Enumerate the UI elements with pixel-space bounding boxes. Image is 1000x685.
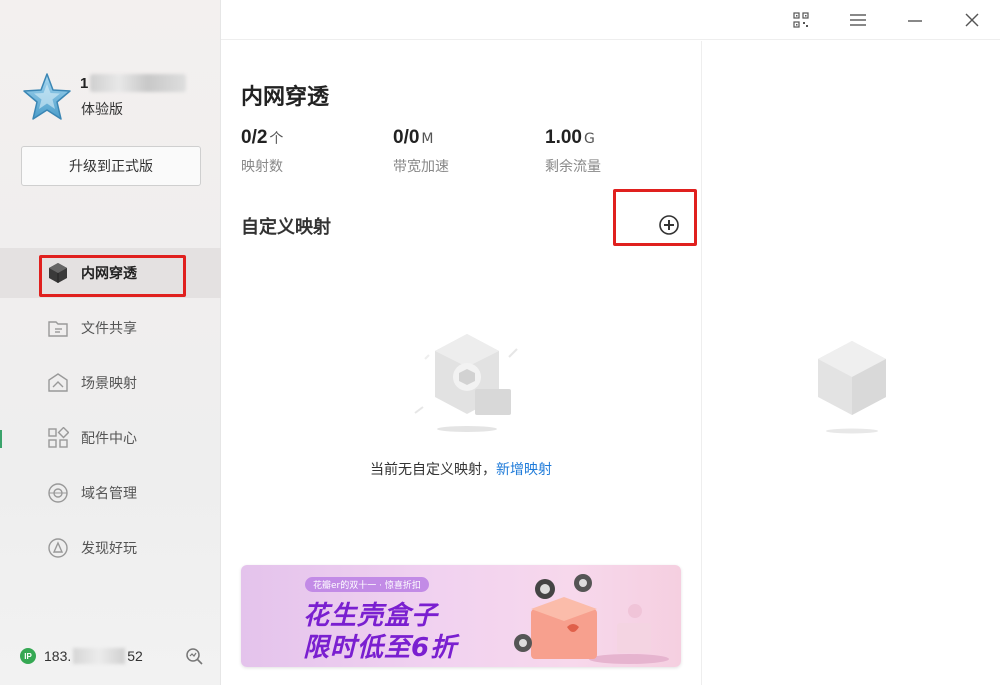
empty-state-message: 当前无自定义映射，新增映射: [221, 459, 701, 479]
stat-value: 0/2: [241, 127, 268, 148]
stat-bandwidth: 0/0 M 带宽加速: [393, 127, 449, 176]
sidebar-item-discover[interactable]: 发现好玩: [0, 523, 221, 573]
sidebar-item-domain-management[interactable]: 域名管理: [0, 468, 221, 518]
sidebar-item-accessories[interactable]: 配件中心: [0, 413, 221, 463]
sidebar-item-label: 域名管理: [81, 486, 137, 502]
detail-panel: [701, 41, 1000, 685]
sidebar-item-label: 发现好玩: [81, 541, 137, 557]
ip-address: IP 183. 52: [20, 648, 143, 664]
page-title: 内网穿透: [241, 85, 330, 110]
sidebar-item-label: 配件中心: [81, 431, 137, 447]
banner-subheadline: 限时低至6折: [303, 633, 458, 663]
titlebar: [221, 0, 1000, 40]
add-mapping-link[interactable]: 新增映射: [496, 462, 552, 478]
stat-caption: 带宽加速: [393, 159, 449, 175]
minimize-icon[interactable]: [905, 10, 925, 30]
stat-value: 1.00: [545, 127, 582, 148]
ip-badge: IP: [20, 648, 36, 664]
stat-caption: 映射数: [241, 159, 283, 175]
menu-icon[interactable]: [848, 10, 868, 30]
domain-globe-icon: [47, 482, 69, 504]
stat-unit: G: [583, 131, 595, 147]
username-mask: [90, 74, 187, 92]
ip-prefix: 183.: [44, 648, 72, 664]
username-text: 1: [80, 74, 89, 92]
edition-label: 体验版: [81, 102, 123, 118]
section-title-custom-mapping: 自定义映射: [241, 217, 331, 238]
stat-caption: 剩余流量: [545, 159, 601, 175]
nav-highlight-box: [39, 255, 186, 297]
sidebar: 1 体验版 升级到正式版 内网穿透 文件共享 场景映射 配件中心 域名管理 发现…: [0, 0, 221, 685]
empty-state-text: 当前无自定义映射，: [370, 462, 496, 478]
stat-remaining-traffic: 1.00 G 剩余流量: [545, 127, 601, 176]
apps-grid-icon: [47, 427, 69, 449]
add-highlight-box: [613, 189, 697, 246]
close-icon[interactable]: [962, 10, 982, 30]
main-panel: 内网穿透 0/2 个 映射数 0/0 M 带宽加速 1.00 G 剩余流量 自定义映射…: [221, 41, 701, 685]
ip-suffix: 52: [127, 648, 143, 664]
empty-box-illustration: [414, 334, 518, 432]
stat-mapping-count: 0/2 个 映射数: [241, 127, 283, 176]
sidebar-item-label: 文件共享: [81, 321, 137, 337]
sidebar-nav: 内网穿透 文件共享 场景映射 配件中心 域名管理 发现好玩: [0, 248, 221, 578]
promo-banner[interactable]: 花瓣er的双十一 · 惊喜折扣 花生壳盒子 限时低至6折: [241, 565, 681, 667]
folder-share-icon: [47, 317, 69, 339]
banner-illustration: [514, 574, 669, 664]
ip-text: 183. 52: [44, 648, 143, 664]
banner-tag: 花瓣er的双十一 · 惊喜折扣: [305, 577, 429, 592]
username: 1: [80, 72, 190, 94]
sidebar-item-file-share[interactable]: 文件共享: [0, 303, 221, 353]
sidebar-item-label: 场景映射: [81, 376, 137, 392]
star-avatar-icon[interactable]: [22, 72, 72, 122]
empty-cube-icon: [818, 341, 886, 434]
ip-search-icon[interactable]: [185, 647, 203, 665]
upgrade-button[interactable]: 升级到正式版: [21, 146, 201, 186]
sidebar-item-scene-mapping[interactable]: 场景映射: [0, 358, 221, 408]
stat-unit: M: [421, 131, 434, 147]
ip-mask: [73, 648, 126, 664]
discover-icon: [47, 537, 69, 559]
stat-value: 0/0: [393, 127, 420, 148]
stat-unit: 个: [269, 131, 284, 147]
qr-code-icon[interactable]: [791, 10, 811, 30]
scene-map-icon: [47, 372, 69, 394]
